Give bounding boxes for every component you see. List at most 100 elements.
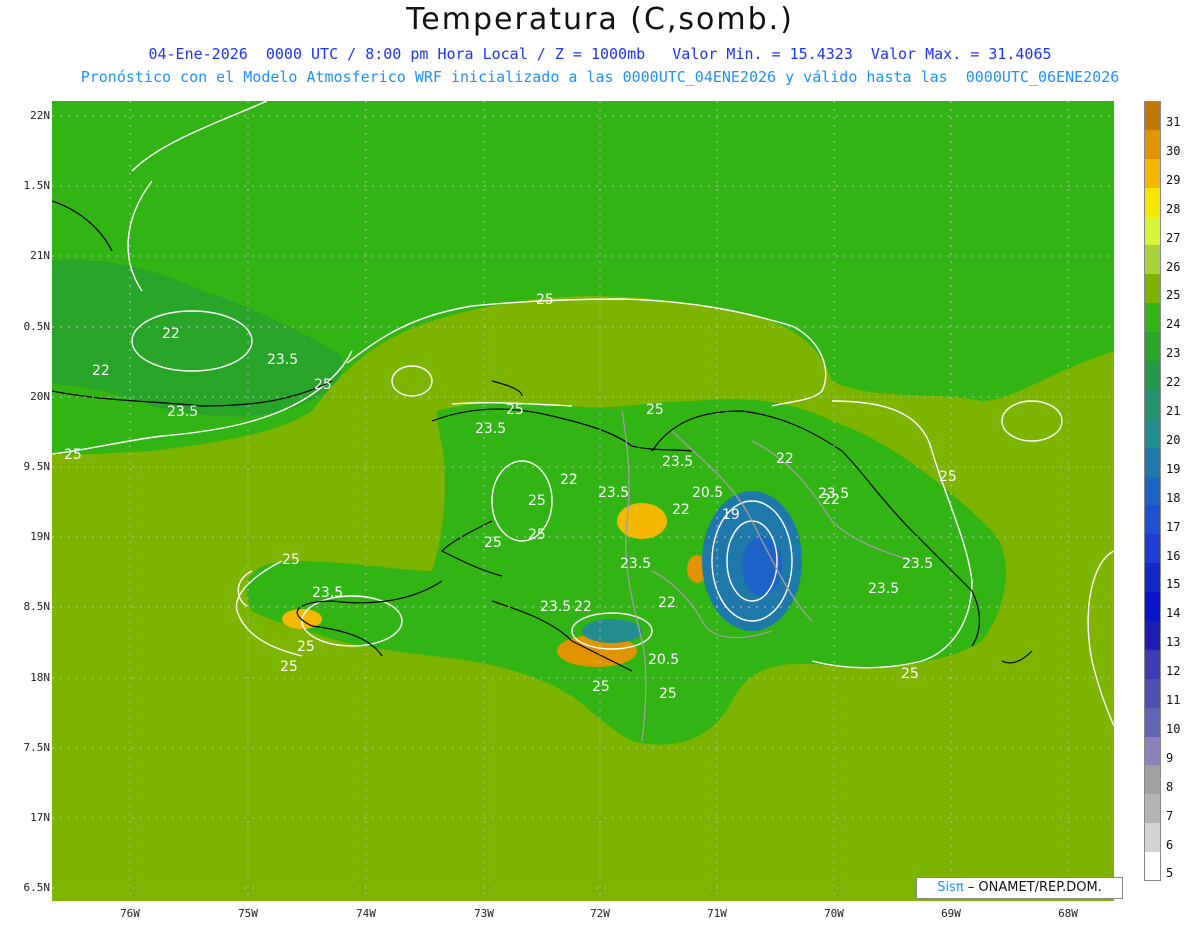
contour-label: 23.5 xyxy=(902,556,933,572)
color-scale-swatch xyxy=(1144,678,1161,708)
contour-label: 22 xyxy=(92,363,110,379)
color-scale-swatch xyxy=(1144,447,1161,477)
contour-label: 23.5 xyxy=(312,585,343,601)
color-scale-swatch xyxy=(1144,187,1161,217)
lat-label: 1.5N xyxy=(23,179,51,192)
contour-label: 23.5 xyxy=(598,485,629,501)
lon-label: 70W xyxy=(824,907,844,920)
contour-label: 23.5 xyxy=(620,556,651,572)
color-scale-label: 16 xyxy=(1166,548,1181,563)
color-scale-label: 7 xyxy=(1166,808,1174,823)
lon-label: 71W xyxy=(707,907,727,920)
color-scale-swatch xyxy=(1144,649,1161,679)
subtitle-run-info: 04-Ene-2026 0000 UTC / 8:00 pm Hora Loca… xyxy=(148,45,1052,63)
lat-label: 7.5N xyxy=(23,741,51,754)
color-scale-label: 17 xyxy=(1166,519,1181,534)
credit-box: Sisπ – ONAMET/REP.DOM. xyxy=(916,877,1123,899)
sispi-logo: Sisπ xyxy=(937,880,964,895)
color-scale-label: 21 xyxy=(1166,404,1181,418)
contour-label: 23.5 xyxy=(475,421,506,437)
color-scale-label: 27 xyxy=(1166,230,1181,245)
color-scale-swatch xyxy=(1144,736,1161,766)
color-scale-label: 14 xyxy=(1166,606,1181,621)
contour-label: 23.5 xyxy=(540,599,571,615)
contour-label: 20.5 xyxy=(648,652,679,668)
contour-label: 22 xyxy=(574,599,592,615)
color-scale-swatch xyxy=(1144,534,1161,564)
contour-label: 25 xyxy=(528,493,546,509)
color-scale-swatch xyxy=(1144,794,1161,824)
lon-label: 68W xyxy=(1058,907,1078,920)
contour-label: 23.5 xyxy=(167,404,198,420)
contour-label: 25 xyxy=(592,679,610,695)
color-scale-label: 29 xyxy=(1166,172,1181,187)
color-scale-swatch xyxy=(1144,621,1161,650)
color-scale-label: 31 xyxy=(1166,115,1181,129)
color-scale-label: 13 xyxy=(1166,635,1181,650)
contour-label: 22 xyxy=(672,502,690,518)
contour-label: 25 xyxy=(282,552,300,568)
color-scale-label: 24 xyxy=(1166,317,1181,332)
color-scale-bar xyxy=(1144,101,1161,882)
cool-core-inner xyxy=(742,536,782,596)
contour-label: 25 xyxy=(64,447,82,463)
color-scale-swatch xyxy=(1144,158,1161,188)
contour-label: 22 xyxy=(162,326,180,342)
credit-text: – ONAMET/REP.DOM. xyxy=(963,880,1102,895)
lat-label: 18N xyxy=(30,671,50,684)
color-scale-label: 12 xyxy=(1166,664,1181,679)
contour-label: 25 xyxy=(484,535,502,551)
lon-label: 74W xyxy=(356,907,376,920)
lon-label: 69W xyxy=(941,907,961,920)
contour-label: 25 xyxy=(659,686,677,702)
color-scale-swatch xyxy=(1144,303,1161,333)
color-scale-swatch xyxy=(1144,476,1161,506)
warm-spot-central xyxy=(617,503,667,539)
contour-label: 20.5 xyxy=(692,485,723,501)
color-scale-swatch xyxy=(1144,389,1161,419)
color-scale-label: 9 xyxy=(1166,750,1174,765)
color-scale-label: 20 xyxy=(1166,432,1181,447)
contour-label: 22 xyxy=(560,472,578,488)
color-scale-swatch xyxy=(1144,505,1161,535)
temperature-map: 25 25 25 25 25 25 25 25 25 25 25 25 25 2… xyxy=(52,101,1114,901)
lat-label: 21N xyxy=(30,249,50,262)
contour-label: 25 xyxy=(297,639,315,655)
lat-label: 0.5N xyxy=(23,320,51,333)
color-scale-label: 19 xyxy=(1166,461,1181,476)
contour-label: 25 xyxy=(314,377,332,393)
color-scale-swatch xyxy=(1144,563,1161,593)
color-scale-label: 25 xyxy=(1166,288,1181,303)
color-scale-label: 6 xyxy=(1166,837,1174,852)
contour-label: 23.5 xyxy=(267,352,298,368)
color-scale-label: 26 xyxy=(1166,259,1181,274)
color-scale-swatch xyxy=(1144,592,1161,622)
color-scale-swatch xyxy=(1144,823,1161,853)
color-scale-label: 15 xyxy=(1166,577,1181,592)
color-scale-swatch xyxy=(1144,129,1161,159)
color-scale-swatch xyxy=(1144,332,1161,362)
contour-label: 23.5 xyxy=(662,454,693,470)
page-title: Temperatura (C,somb.) xyxy=(406,2,794,37)
lat-label: 22N xyxy=(30,109,50,122)
color-scale-label: 18 xyxy=(1166,490,1181,505)
color-scale-label: 23 xyxy=(1166,346,1181,361)
color-scale-label: 30 xyxy=(1166,143,1181,158)
color-scale-label: 11 xyxy=(1166,693,1181,707)
lon-label: 73W xyxy=(474,907,494,920)
lat-label: 6.5N xyxy=(23,881,51,894)
color-scale-label: 28 xyxy=(1166,201,1181,216)
lon-label: 75W xyxy=(238,907,258,920)
contour-label: 25 xyxy=(280,659,298,675)
cool-core-south xyxy=(582,619,642,643)
color-scale-swatch xyxy=(1144,765,1161,795)
contour-label: 25 xyxy=(506,402,524,418)
color-scale-swatch xyxy=(1144,852,1161,882)
color-scale-label: 22 xyxy=(1166,375,1181,390)
color-scale-swatch xyxy=(1144,216,1161,246)
color-scale-swatch xyxy=(1144,245,1161,275)
contour-label: 25 xyxy=(646,402,664,418)
lat-label: 9.5N xyxy=(23,460,51,473)
color-scale-swatch xyxy=(1144,274,1161,304)
color-scale-swatch xyxy=(1144,707,1161,737)
